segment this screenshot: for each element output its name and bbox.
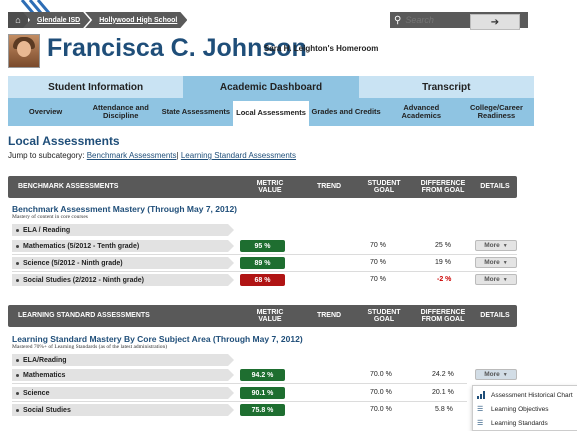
col-header-name: BENCHMARK ASSESSMENTS xyxy=(18,183,119,191)
search-icon: ⚲ xyxy=(394,14,402,26)
breadcrumb-district[interactable]: Glendale ISD xyxy=(23,12,90,28)
more-button[interactable]: More ▼ xyxy=(475,369,517,380)
table-row-label: Social Studies xyxy=(12,404,234,416)
menu-item-learning-standards[interactable]: ☰ Learning Standards xyxy=(477,417,548,429)
diff-cell: 5.8 % xyxy=(435,406,453,413)
metric-badge: 89 % xyxy=(240,257,285,269)
tab-student-information[interactable]: Student Information xyxy=(8,76,184,98)
goal-cell: 70 % xyxy=(370,242,386,249)
col-header-goal: STUDENT GOAL xyxy=(367,308,401,323)
home-icon[interactable]: ⌂ xyxy=(8,12,28,28)
more-button[interactable]: More ▼ xyxy=(475,257,517,268)
search-go-button[interactable]: ➔ xyxy=(470,14,520,30)
subtab-state-assessments[interactable]: State Assessments xyxy=(158,98,233,126)
learning-table-header: LEARNING STANDARD ASSESSMENTS METRIC VAL… xyxy=(8,305,517,327)
table-row-label: Mathematics xyxy=(12,369,234,381)
table-row-label: Social Studies (2/2012 - Ninth grade) xyxy=(12,274,234,286)
menu-item-learning-objectives[interactable]: ☰ Learning Objectives xyxy=(477,403,548,415)
main-tabs: Student Information Academic Dashboard T… xyxy=(8,76,534,98)
col-header-goal: STUDENT GOAL xyxy=(367,179,401,194)
caret-down-icon: ▼ xyxy=(502,276,508,283)
metric-badge: 95 % xyxy=(240,240,285,252)
table-row-label: Science xyxy=(12,387,234,399)
jump-prefix: Jump to subcategory: xyxy=(8,151,85,160)
col-header-name: LEARNING STANDARD ASSESSMENTS xyxy=(18,312,150,320)
col-header-details: DETAILS xyxy=(480,312,510,320)
metric-badge: 90.1 % xyxy=(240,387,285,399)
list-icon: ☰ xyxy=(477,420,484,427)
breadcrumb-school[interactable]: Hollywood High School xyxy=(85,12,187,28)
menu-item-historical-chart[interactable]: Assessment Historical Chart xyxy=(477,389,573,401)
jump-benchmark-link[interactable]: Benchmark Assessments xyxy=(87,151,177,160)
learning-group-title: Learning Standard Mastery By Core Subjec… xyxy=(12,334,303,344)
breadcrumb: ⌂ Glendale ISD Hollywood High School xyxy=(8,12,187,28)
col-header-difference: DIFFERENCE FROM GOAL xyxy=(420,179,466,194)
tab-academic-dashboard[interactable]: Academic Dashboard xyxy=(183,76,359,98)
metric-badge: 75.8 % xyxy=(240,404,285,416)
caret-down-icon: ▼ xyxy=(502,259,508,266)
list-icon: ☰ xyxy=(477,406,484,413)
more-dropdown-menu: Assessment Historical Chart ☰ Learning Ob… xyxy=(472,385,577,431)
goal-cell: 70 % xyxy=(370,276,386,283)
benchmark-group-title: Benchmark Assessment Mastery (Through Ma… xyxy=(12,204,238,214)
bar-chart-icon xyxy=(477,391,487,399)
learning-group-subtitle: Mastered 70%+ of Learning Standards (as … xyxy=(12,344,168,350)
diff-cell: 25 % xyxy=(435,242,451,249)
metric-badge: 68 % xyxy=(240,274,285,286)
homeroom-label: Sara H. Leighton's Homeroom xyxy=(264,44,379,53)
caret-down-icon: ▼ xyxy=(502,242,508,249)
table-row-label: Science (5/2012 - Ninth grade) xyxy=(12,257,234,269)
goal-cell: 70.0 % xyxy=(370,371,392,378)
jump-learning-standard-link[interactable]: Learning Standard Assessments xyxy=(181,151,296,160)
subtab-college-career[interactable]: College/Career Readiness xyxy=(459,98,534,126)
jump-links: Jump to subcategory: Benchmark Assessmen… xyxy=(8,151,297,160)
caret-down-icon: ▼ xyxy=(502,371,508,378)
diff-cell: 20.1 % xyxy=(432,389,454,396)
table-row-label: Mathematics (5/2012 - Tenth grade) xyxy=(12,240,234,252)
diff-cell: 19 % xyxy=(435,259,451,266)
col-header-metric: METRIC VALUE xyxy=(256,308,284,323)
col-header-trend: TREND xyxy=(316,183,342,191)
col-header-trend: TREND xyxy=(316,312,342,320)
subtab-local-assessments[interactable]: Local Assessments xyxy=(233,101,309,126)
col-header-details: DETAILS xyxy=(480,183,510,191)
tab-transcript[interactable]: Transcript xyxy=(358,76,534,98)
metric-badge: 94.2 % xyxy=(240,369,285,381)
learning-category: ELA/Reading xyxy=(12,354,234,366)
diff-cell: -2 % xyxy=(437,276,452,283)
sub-tabs: Overview Attendance and Discipline State… xyxy=(8,98,534,126)
more-button[interactable]: More ▼ xyxy=(475,274,517,285)
benchmark-group-subtitle: Mastery of content in core courses xyxy=(12,214,88,220)
subtab-attendance[interactable]: Attendance and Discipline xyxy=(83,98,158,126)
goal-cell: 70 % xyxy=(370,259,386,266)
diff-cell: 24.2 % xyxy=(432,371,454,378)
goal-cell: 70.0 % xyxy=(370,406,392,413)
goal-cell: 70.0 % xyxy=(370,389,392,396)
avatar xyxy=(8,34,40,68)
benchmark-table-header: BENCHMARK ASSESSMENTS METRIC VALUE TREND… xyxy=(8,176,517,198)
subtab-overview[interactable]: Overview xyxy=(8,98,83,126)
subtab-grades-credits[interactable]: Grades and Credits xyxy=(309,98,384,126)
col-header-difference: DIFFERENCE FROM GOAL xyxy=(420,308,466,323)
benchmark-category: ELA / Reading xyxy=(12,224,234,236)
more-button[interactable]: More ▼ xyxy=(475,240,517,251)
page-title: Local Assessments xyxy=(8,134,120,148)
col-header-metric: METRIC VALUE xyxy=(256,179,284,194)
subtab-advanced-academics[interactable]: Advanced Academics xyxy=(384,98,459,126)
top-bar: ⌂ Glendale ISD Hollywood High School ⚲ ➔ xyxy=(0,0,577,30)
